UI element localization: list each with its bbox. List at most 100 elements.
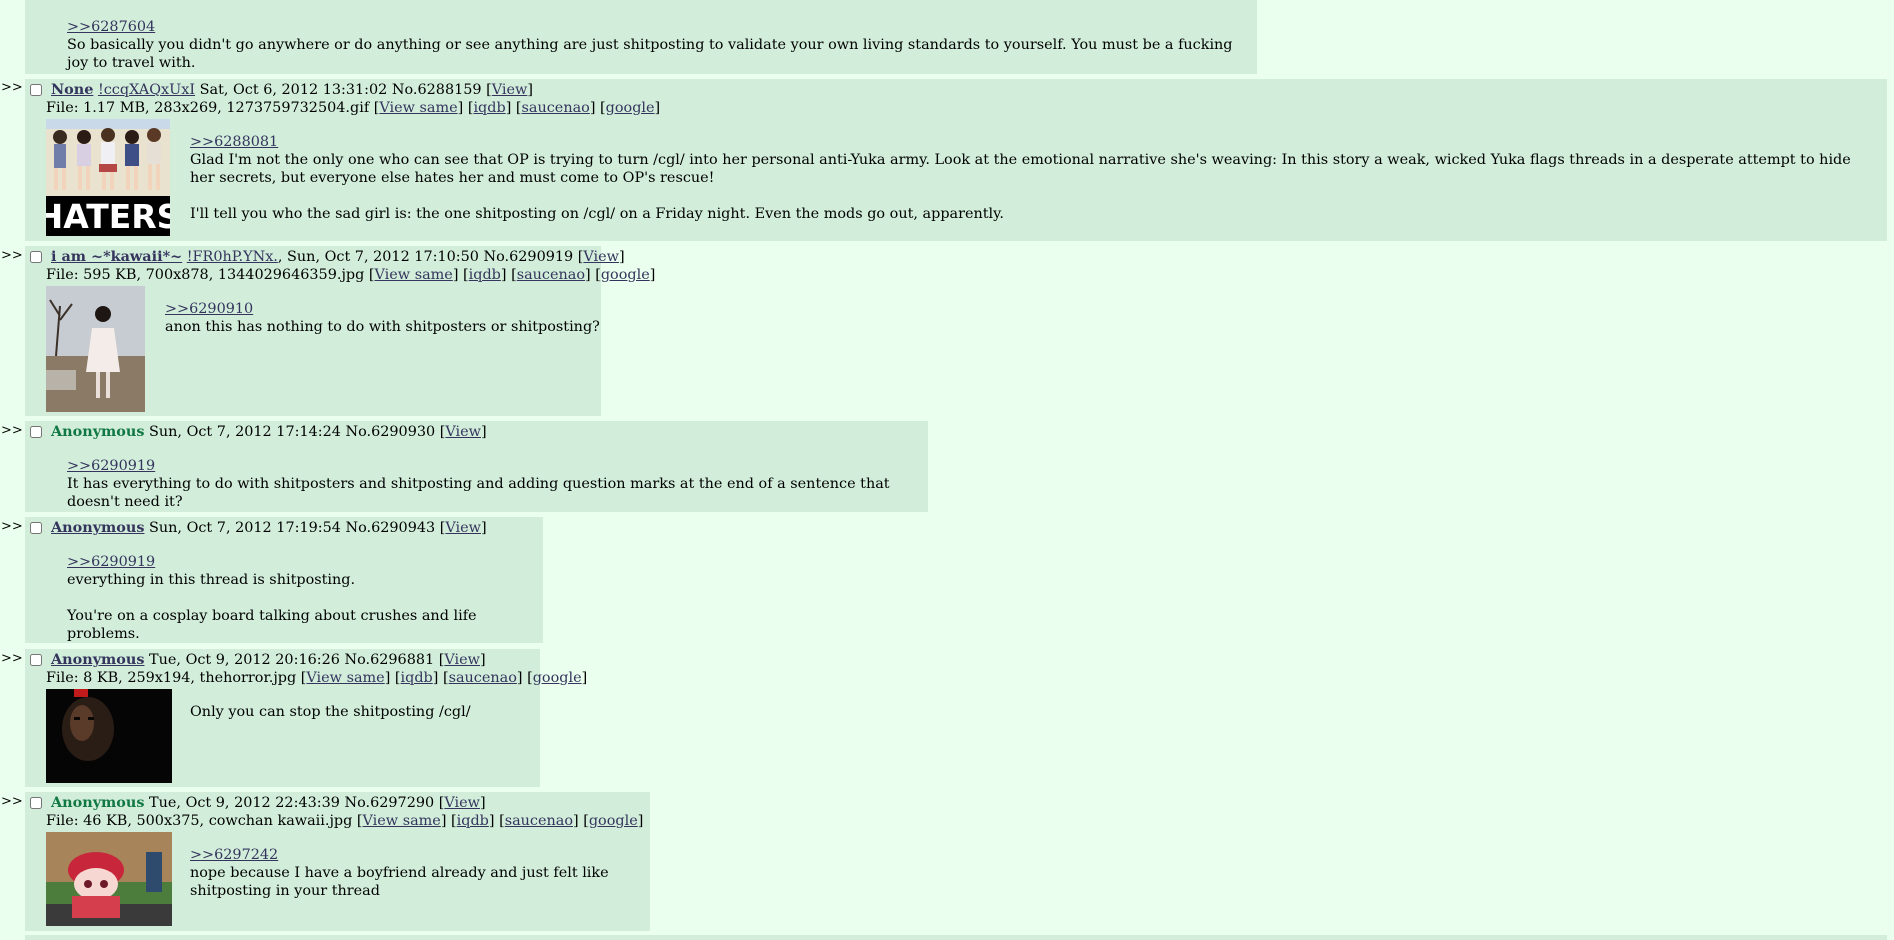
- post-number: No.6296881: [344, 652, 435, 668]
- reply-arrow: >>: [1, 423, 23, 438]
- post-6290919: i am ~*kawaii*~ !FR0hP.YNx., Sun, Oct 7,…: [25, 246, 655, 416]
- poster-name[interactable]: i am ~*kawaii*~: [51, 248, 182, 265]
- file-info: File: 46 KB, 500x375, cowchan kawaii.jpg…: [46, 813, 644, 829]
- post-text-line: Glad I'm not the only one who can see th…: [190, 152, 1851, 186]
- post-header: Anonymous Tue, Oct 9, 2012 22:43:39 No.6…: [51, 794, 486, 811]
- post-date: Tue, Oct 9, 2012 22:43:39: [149, 795, 340, 811]
- tripcode[interactable]: !FR0hP.YNx.: [187, 249, 278, 265]
- tripcode[interactable]: !ccqXAQxUxI: [98, 82, 195, 98]
- post-header: None !ccqXAQxUxI Sat, Oct 6, 2012 13:31:…: [51, 81, 533, 98]
- file-details: File: 595 KB, 700x878, 1344029646359.jpg: [46, 267, 365, 283]
- post-body: >>6290910 anon this has nothing to do wi…: [165, 300, 600, 336]
- iqdb-link[interactable]: iqdb: [401, 670, 433, 686]
- google-link[interactable]: google: [601, 267, 650, 283]
- poster-name: Anonymous: [51, 794, 145, 811]
- iqdb-link[interactable]: iqdb: [469, 267, 501, 283]
- post-body: Only you can stop the shitposting /cgl/: [190, 703, 471, 721]
- reply-arrow: >>: [1, 248, 23, 263]
- quote-link[interactable]: >>6290919: [67, 457, 928, 475]
- view-link[interactable]: View: [583, 249, 619, 265]
- quote-link[interactable]: >>6290919: [67, 553, 543, 571]
- girl-photo-image: [46, 286, 145, 412]
- reply-arrow: >>: [1, 651, 23, 666]
- quote-link[interactable]: >>6290910: [165, 300, 600, 318]
- post-number: No.6290919: [483, 249, 574, 265]
- view-same-link[interactable]: View same: [363, 813, 441, 829]
- post-select-checkbox[interactable]: [30, 84, 42, 96]
- post-date: Sun, Oct 7, 2012 17:10:50: [287, 249, 479, 265]
- file-info: File: 8 KB, 259x194, thehorror.jpg [View…: [46, 670, 588, 686]
- post-thumbnail[interactable]: [46, 286, 145, 412]
- file-info: File: 1.17 MB, 283x269, 1273759732504.gi…: [46, 100, 661, 116]
- post-next-partial: [25, 935, 1887, 940]
- post-select-checkbox[interactable]: [30, 797, 42, 809]
- post-6288159: None !ccqXAQxUxI Sat, Oct 6, 2012 13:31:…: [25, 79, 1887, 241]
- post-text-line: anon this has nothing to do with shitpos…: [165, 319, 600, 335]
- post-body: >>6288081 Glad I'm not the only one who …: [190, 133, 1870, 223]
- view-link[interactable]: View: [444, 652, 480, 668]
- post-6290930: Anonymous Sun, Oct 7, 2012 17:14:24 No.6…: [25, 421, 928, 512]
- haters-image: HATERS: [46, 119, 170, 236]
- post-text-line: I'll tell you who the sad girl is: the o…: [190, 206, 1004, 222]
- haters-caption: HATERS: [46, 197, 170, 236]
- google-link[interactable]: google: [589, 813, 638, 829]
- view-link[interactable]: View: [444, 795, 480, 811]
- post-thumbnail[interactable]: [46, 689, 172, 783]
- poster-name[interactable]: Anonymous: [51, 519, 144, 536]
- post-number: No.6288159: [391, 82, 482, 98]
- post-body: >>6290919 It has everything to do with s…: [67, 457, 928, 511]
- post-select-checkbox[interactable]: [30, 251, 42, 263]
- post-header: i am ~*kawaii*~ !FR0hP.YNx., Sun, Oct 7,…: [51, 248, 625, 265]
- google-link[interactable]: google: [533, 670, 582, 686]
- post-text-line: Only you can stop the shitposting /cgl/: [190, 704, 471, 720]
- post-6287604-partial: >>6287604 So basically you didn't go any…: [25, 0, 1257, 74]
- saucenao-link[interactable]: saucenao: [517, 267, 585, 283]
- poster-name[interactable]: None: [51, 81, 93, 98]
- quote-link[interactable]: >>6288081: [190, 133, 1870, 151]
- post-header: Anonymous Sun, Oct 7, 2012 17:19:54 No.6…: [51, 519, 487, 536]
- post-select-checkbox[interactable]: [30, 426, 42, 438]
- google-link[interactable]: google: [606, 100, 655, 116]
- post-header: Anonymous Sun, Oct 7, 2012 17:14:24 No.6…: [51, 423, 487, 440]
- reply-arrow: >>: [1, 794, 23, 809]
- post-text-line: nope because I have a boyfriend already …: [190, 865, 609, 881]
- quote-link[interactable]: >>6287604: [67, 18, 1257, 36]
- poster-name: Anonymous: [51, 423, 145, 440]
- post-date: Sun, Oct 7, 2012 17:19:54: [149, 520, 341, 536]
- post-thumbnail[interactable]: HATERS: [46, 119, 170, 236]
- view-same-link[interactable]: View same: [306, 670, 384, 686]
- post-body: >>6297242 nope because I have a boyfrien…: [190, 846, 609, 900]
- reply-arrow: >>: [1, 80, 23, 95]
- view-same-link[interactable]: View same: [379, 100, 457, 116]
- post-6297290: Anonymous Tue, Oct 9, 2012 22:43:39 No.6…: [25, 792, 650, 931]
- saucenao-link[interactable]: saucenao: [449, 670, 517, 686]
- quote-link[interactable]: >>6297242: [190, 846, 609, 864]
- reply-arrow: >>: [1, 519, 23, 534]
- post-number: No.6290930: [345, 424, 436, 440]
- post-date: Tue, Oct 9, 2012 20:16:26: [149, 652, 340, 668]
- post-thumbnail[interactable]: [46, 832, 172, 926]
- poster-name[interactable]: Anonymous: [51, 651, 144, 668]
- post-date: Sun, Oct 7, 2012 17:14:24: [149, 424, 341, 440]
- file-details: File: 1.17 MB, 283x269, 1273759732504.gi…: [46, 100, 370, 116]
- saucenao-link[interactable]: saucenao: [505, 813, 573, 829]
- view-link[interactable]: View: [445, 520, 481, 536]
- post-number: No.6297290: [344, 795, 435, 811]
- iqdb-link[interactable]: iqdb: [473, 100, 505, 116]
- post-text-line: everything in this thread is shitposting…: [67, 572, 356, 588]
- view-link[interactable]: View: [445, 424, 481, 440]
- post-body: >>6287604 So basically you didn't go any…: [67, 18, 1257, 72]
- post-text-line: You're on a cosplay board talking about …: [67, 608, 477, 642]
- post-date: Sat, Oct 6, 2012 13:31:02: [199, 82, 388, 98]
- post-select-checkbox[interactable]: [30, 654, 42, 666]
- iqdb-link[interactable]: iqdb: [457, 813, 489, 829]
- view-link[interactable]: View: [492, 82, 528, 98]
- post-text: So basically you didn't go anywhere or d…: [67, 37, 1233, 71]
- post-text-line: shitposting in your thread: [190, 883, 380, 899]
- post-select-checkbox[interactable]: [30, 522, 42, 534]
- file-details: File: 46 KB, 500x375, cowchan kawaii.jpg: [46, 813, 353, 829]
- post-6296881: Anonymous Tue, Oct 9, 2012 20:16:26 No.6…: [25, 649, 587, 787]
- saucenao-link[interactable]: saucenao: [522, 100, 590, 116]
- view-same-link[interactable]: View same: [375, 267, 453, 283]
- dark-face-image: [46, 689, 172, 783]
